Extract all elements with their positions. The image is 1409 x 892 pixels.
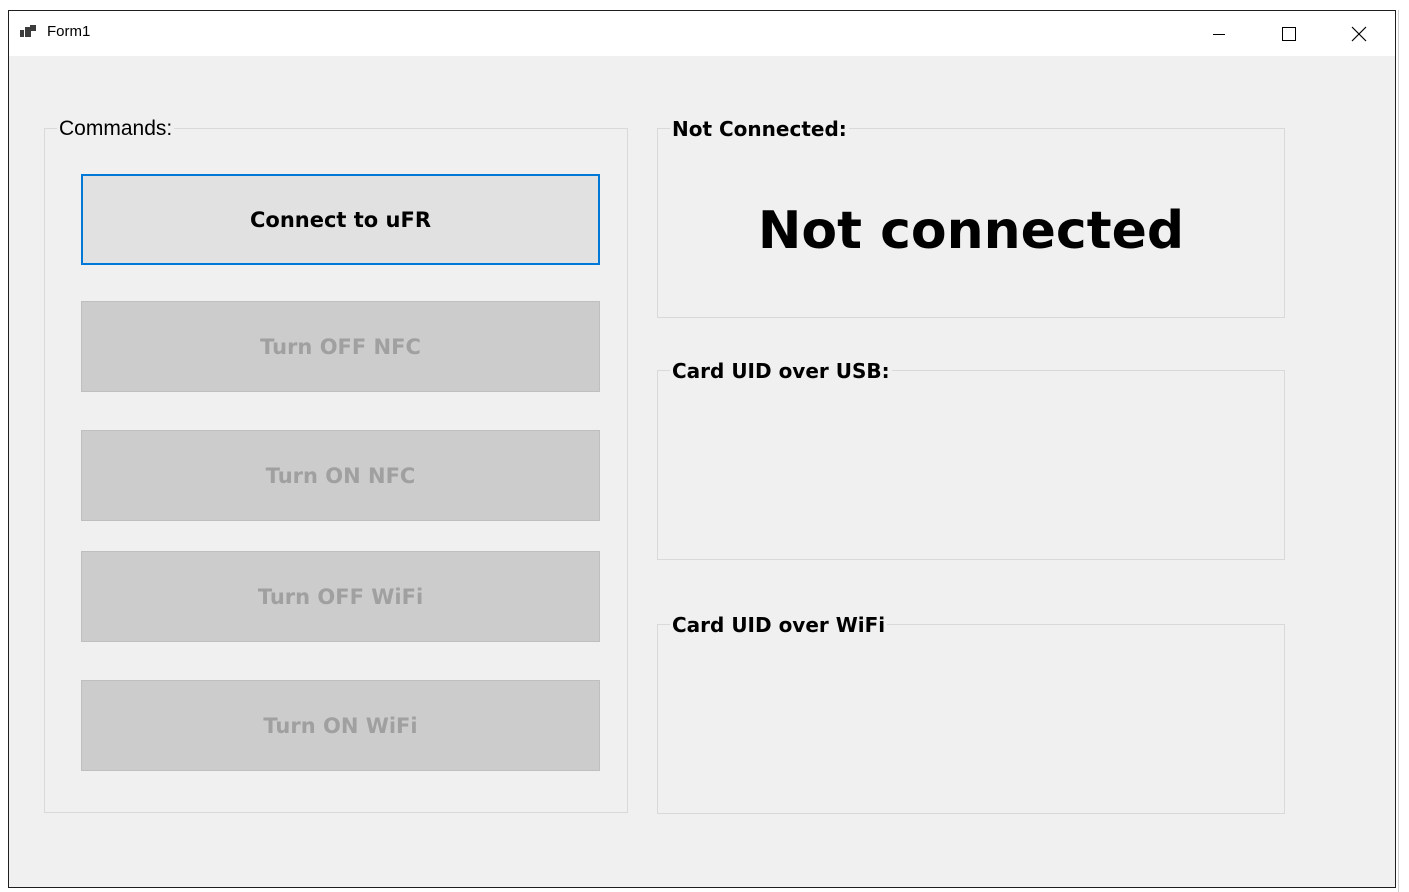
- turn-on-nfc-button[interactable]: Turn ON NFC: [81, 430, 600, 521]
- app-icon: [20, 25, 36, 39]
- maximize-icon: [1282, 26, 1296, 41]
- turn-off-wifi-button[interactable]: Turn OFF WiFi: [81, 551, 600, 642]
- wifi-uid-group: Card UID over WiFi: [657, 613, 1285, 814]
- wifi-uid-group-label: Card UID over WiFi: [670, 613, 888, 637]
- connect-button[interactable]: Connect to uFR: [81, 174, 600, 265]
- commands-group: Commands: Connect to uFR Turn OFF NFC Tu…: [44, 117, 628, 813]
- title-bar[interactable]: Form1: [9, 11, 1395, 56]
- commands-group-label: Commands:: [57, 117, 175, 141]
- turn-off-nfc-button[interactable]: Turn OFF NFC: [81, 301, 600, 392]
- minimize-icon: [1213, 33, 1225, 35]
- form-window: Form1 Commands: Connect to uFR Turn OFF …: [8, 10, 1396, 888]
- connection-status-group-label: Not Connected:: [670, 117, 849, 141]
- background-window-edge: [1398, 10, 1409, 892]
- close-button[interactable]: [1325, 11, 1393, 56]
- maximize-button[interactable]: [1255, 11, 1323, 56]
- close-icon: [1351, 26, 1367, 41]
- connection-status-group: Not Connected: Not connected: [657, 117, 1285, 318]
- connection-status-text: Not connected: [757, 201, 1185, 261]
- usb-uid-group-label: Card UID over USB:: [670, 359, 892, 383]
- turn-on-wifi-button[interactable]: Turn ON WiFi: [81, 680, 600, 771]
- minimize-button[interactable]: [1185, 11, 1253, 56]
- usb-uid-group: Card UID over USB:: [657, 359, 1285, 560]
- window-title: Form1: [47, 23, 91, 40]
